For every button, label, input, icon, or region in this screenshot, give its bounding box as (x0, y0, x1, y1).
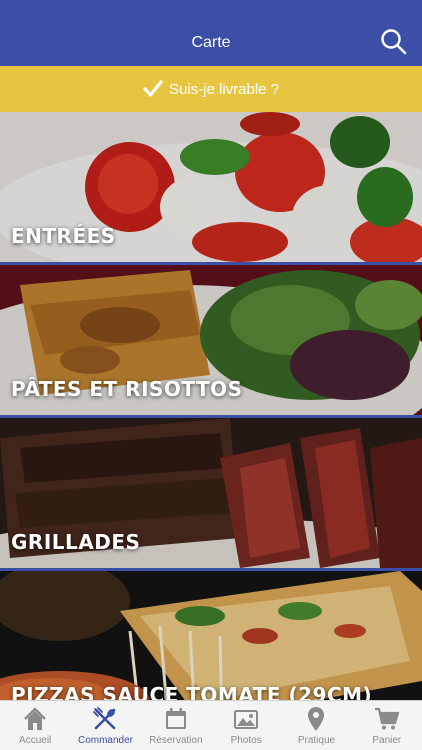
tab-accueil[interactable]: Accueil (0, 701, 70, 750)
delivery-check-label: Suis-je livrable ? (168, 80, 280, 98)
calendar-icon (163, 706, 189, 732)
category-label: ENTRÉES (11, 224, 116, 248)
tab-label: Commander (77, 735, 133, 746)
tab-label: Réservation (149, 735, 203, 746)
tab-label: Accueil (19, 735, 52, 746)
bottom-tab-bar: Accueil Commander Réservation Photos Pra… (0, 700, 422, 750)
cutlery-icon (92, 706, 118, 732)
photos-icon (233, 706, 259, 732)
tab-photos[interactable]: Photos (211, 701, 281, 750)
category-pizzas-sauce-tomate[interactable]: PIZZAS SAUCE TOMATE (29CM) (0, 571, 422, 700)
home-icon (22, 706, 48, 732)
category-grillades[interactable]: GRILLADES (0, 418, 422, 571)
page-title: Carte (191, 34, 231, 51)
category-label: PIZZAS SAUCE TOMATE (29CM) (11, 683, 373, 700)
category-label: GRILLADES (11, 530, 141, 554)
menu-category-list: ENTRÉES PÂTES ET RISOTTOS GRILLADES PIZZ… (0, 112, 422, 700)
pizza-image (0, 571, 422, 700)
tab-panier[interactable]: Panier (352, 701, 422, 750)
checkmark-icon (143, 80, 163, 98)
category-label: PÂTES ET RISOTTOS (11, 377, 243, 401)
category-entrees[interactable]: ENTRÉES (0, 112, 422, 265)
tab-commander[interactable]: Commander (70, 701, 140, 750)
search-icon[interactable] (380, 28, 408, 56)
app-header: Carte (0, 0, 422, 66)
tab-label: Photos (230, 735, 262, 746)
tab-reservation[interactable]: Réservation (141, 701, 211, 750)
map-pin-icon (303, 706, 329, 732)
tab-label: Pratique (297, 735, 336, 746)
delivery-check-button[interactable]: Suis-je livrable ? (0, 66, 422, 112)
tab-pratique[interactable]: Pratique (281, 701, 351, 750)
tab-label: Panier (372, 735, 402, 746)
category-pates-risottos[interactable]: PÂTES ET RISOTTOS (0, 265, 422, 418)
cart-icon (374, 706, 400, 732)
